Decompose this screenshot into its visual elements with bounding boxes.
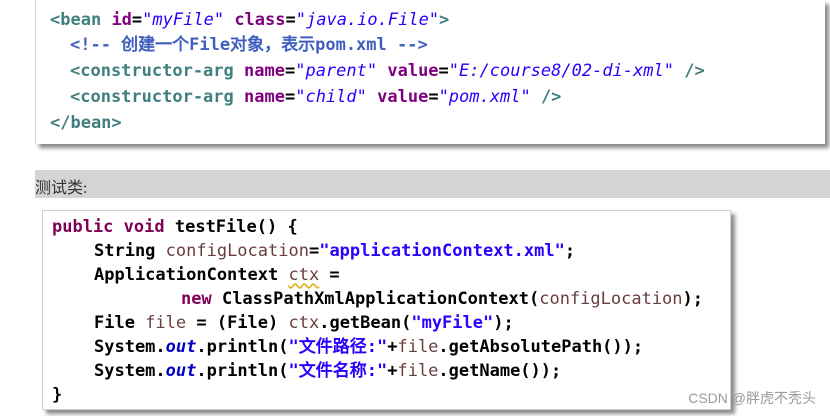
xml-line-3: <constructor-arg name="parent" value="E:… [70, 61, 705, 81]
xml-value: "child" [295, 87, 367, 107]
code-text: File [94, 313, 146, 333]
code-text: .println( [196, 361, 289, 381]
xml-attr: class [234, 10, 286, 30]
code-text: .println( [196, 337, 289, 357]
variable: file [145, 313, 187, 333]
xml-value: "pom.xml" [438, 87, 531, 107]
variable: configLocation [539, 289, 683, 309]
code-text: String [94, 241, 166, 261]
code-text: = [319, 265, 340, 285]
java-line-1: public void testFile() { [52, 215, 298, 239]
xml-attr: id [111, 10, 132, 30]
code-text: } [52, 385, 63, 405]
xml-attr: name [244, 87, 285, 107]
xml-comment: <!-- 创建一个File对象，表示pom.xml --> [70, 35, 428, 55]
keyword: public [52, 217, 114, 237]
java-line-8: } [52, 383, 62, 407]
code-text: .getAbsolutePath()); [438, 337, 644, 357]
xml-value: "parent" [295, 61, 378, 81]
java-line-2: String configLocation="applicationContex… [94, 239, 575, 263]
java-line-6: System.out.println("文件路径:"+file.getAbsol… [94, 335, 643, 359]
code-text: ApplicationContext [94, 265, 289, 285]
xml-value: "E:/course8/02-di-xml" [448, 61, 674, 81]
code-text: = (File) [186, 313, 289, 333]
java-code-block: public void testFile() { String configLo… [42, 210, 731, 410]
code-text: + [387, 361, 398, 381]
xml-line-2: <!-- 创建一个File对象，表示pom.xml --> [70, 33, 428, 57]
code-text: System. [94, 337, 166, 357]
string-literal: "applicationContext.xml" [319, 241, 565, 261]
variable: ctx [288, 265, 320, 285]
xml-tag: <bean [50, 10, 102, 30]
variable: file [397, 337, 439, 357]
xml-line-4: <constructor-arg name="child" value="pom… [70, 87, 562, 107]
keyword: void [123, 217, 165, 237]
java-line-3: ApplicationContext ctx = [94, 263, 340, 287]
variable: configLocation [165, 241, 309, 261]
xml-attr: value [387, 61, 439, 81]
variable: file [397, 361, 439, 381]
code-text: ClassPathXmlApplicationContext( [211, 289, 540, 309]
java-line-7: System.out.println("文件名称:"+file.getName(… [94, 359, 561, 383]
string-literal: "文件路径:" [288, 337, 388, 357]
code-text: ; [564, 241, 576, 261]
java-line-4: new ClassPathXmlApplicationContext(confi… [181, 287, 703, 311]
code-text: .getName()); [438, 361, 562, 381]
code-text: = [308, 241, 320, 261]
xml-tag: /> [540, 87, 562, 107]
code-text: ); [682, 289, 704, 309]
xml-line-1: <bean id="myFile" class="java.io.File"> [50, 10, 450, 30]
xml-tag: > [439, 10, 450, 30]
keyword: new [181, 289, 212, 309]
xml-tag: <constructor-arg [70, 61, 234, 81]
string-literal: "文件名称:" [288, 361, 388, 381]
xml-value: "java.io.File" [295, 10, 440, 30]
section-label-bar [35, 170, 830, 198]
static-field: out [165, 361, 197, 381]
code-text: System. [94, 361, 166, 381]
code-text: testFile() { [164, 217, 298, 237]
watermark: CSDN @胖虎不秃头 [688, 390, 816, 406]
code-text: ); [493, 313, 514, 333]
variable: ctx [288, 313, 320, 333]
section-label: 测试类: [35, 180, 88, 197]
xml-attr: name [244, 61, 285, 81]
xml-attr: value [377, 87, 429, 107]
xml-code-block: <bean id="myFile" class="java.io.File"> … [35, 0, 825, 144]
xml-tag: /> [684, 61, 705, 81]
xml-line-5: </bean> [50, 111, 122, 135]
code-text: + [387, 337, 398, 357]
xml-value: "myFile" [142, 10, 225, 30]
xml-tag: <constructor-arg [70, 87, 234, 107]
xml-tag: </bean> [50, 113, 122, 133]
string-literal: "myFile" [411, 313, 494, 333]
code-text: .getBean( [319, 313, 412, 333]
static-field: out [165, 337, 197, 357]
java-line-5: File file = (File) ctx.getBean("myFile")… [94, 311, 514, 335]
